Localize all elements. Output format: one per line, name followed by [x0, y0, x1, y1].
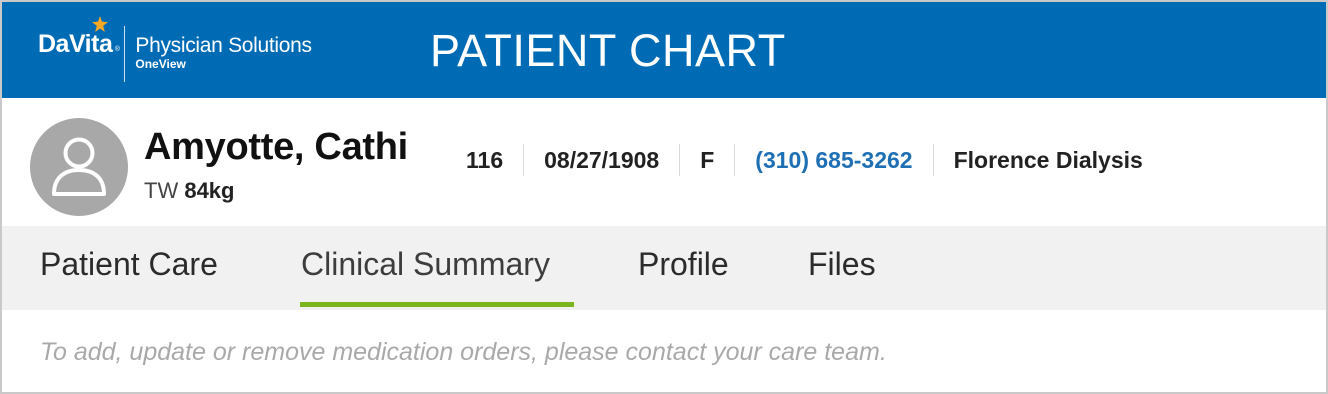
meta-divider	[932, 144, 934, 176]
tab-files[interactable]: Files	[808, 248, 876, 280]
patient-sex: F	[700, 146, 715, 173]
davita-logo[interactable]: DaVita ® Physician Solutions OneView	[38, 16, 312, 82]
target-weight: TW 84kg	[144, 180, 234, 202]
patient-dob: 08/27/1908	[544, 146, 660, 173]
brand-wordmark: DaVita ®	[38, 16, 120, 58]
target-weight-value: 84kg	[184, 178, 235, 203]
active-tab-indicator	[300, 302, 574, 307]
patient-banner: Amyotte, Cathi TW 84kg 116 08/27/1908 F …	[2, 98, 1326, 226]
product-subtitle: OneView	[135, 57, 186, 71]
person-silhouette-icon	[52, 137, 106, 196]
patient-chart-window: DaVita ® Physician Solutions OneView PAT…	[0, 0, 1328, 394]
patient-meta: 116 08/27/1908 F (310) 685-3262 Florence…	[466, 144, 1143, 176]
top-header-bar: DaVita ® Physician Solutions OneView PAT…	[2, 2, 1326, 98]
tab-patient-care[interactable]: Patient Care	[40, 248, 218, 280]
product-title: Physician Solutions	[135, 34, 312, 57]
meta-divider	[679, 144, 681, 176]
patient-phone-link[interactable]: (310) 685-3262	[755, 148, 912, 172]
meta-divider	[523, 144, 525, 176]
target-weight-label: TW	[144, 178, 179, 203]
registered-mark: ®	[114, 46, 120, 53]
tab-clinical-summary[interactable]: Clinical Summary	[301, 248, 550, 280]
logo-divider	[124, 26, 126, 82]
patient-facility: Florence Dialysis	[953, 146, 1143, 173]
page-title: PATIENT CHART	[430, 25, 786, 76]
user-avatar-icon	[30, 118, 128, 216]
medication-orders-notice: To add, update or remove medication orde…	[40, 338, 887, 366]
tab-profile[interactable]: Profile	[638, 248, 729, 280]
meta-divider	[734, 144, 736, 176]
brand-name: DaVita	[38, 30, 113, 58]
patient-id: 116	[466, 146, 504, 173]
product-name: Physician Solutions OneView	[135, 28, 312, 71]
chart-tabs: Patient Care Clinical Summary Profile Fi…	[2, 226, 1326, 310]
star-icon	[92, 16, 108, 32]
patient-name: Amyotte, Cathi	[144, 126, 408, 168]
